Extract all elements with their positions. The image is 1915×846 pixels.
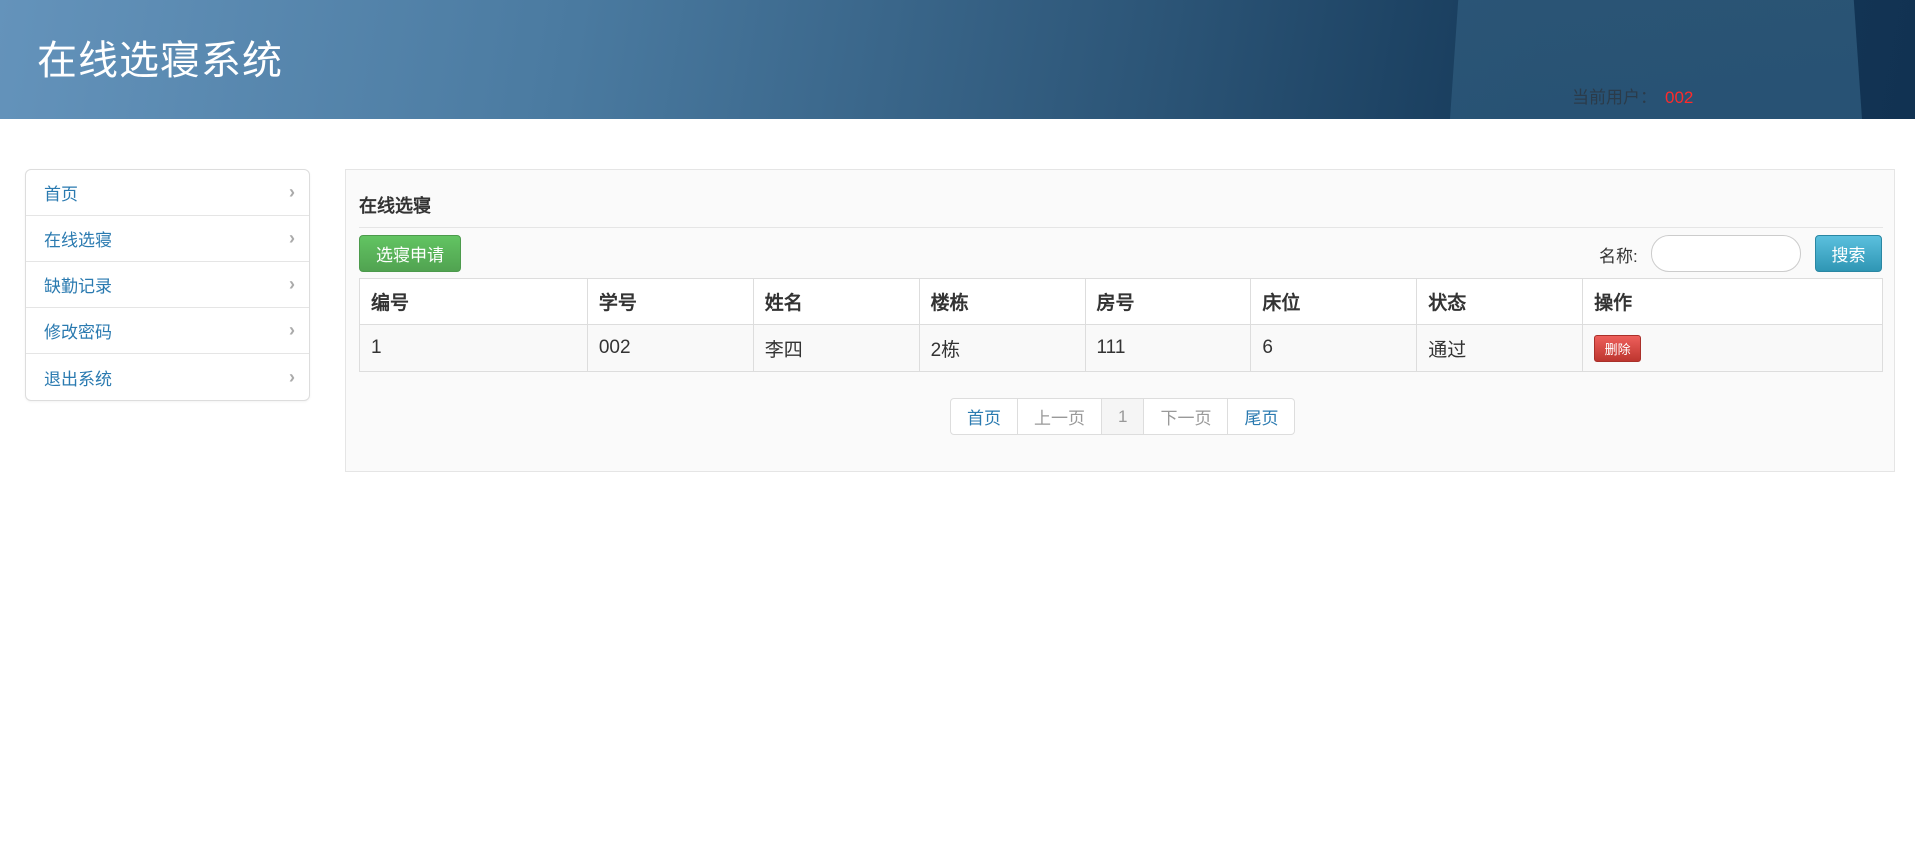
column-header-name: 姓名 [752,278,920,325]
cell-id: 1 [359,324,588,372]
sidebar-item-label: 缺勤记录 [44,277,112,296]
dorm-table: 编号 学号 姓名 楼栋 房号 床位 状态 操作 1 002 李四 2栋 111 … [359,278,1883,372]
sidebar-item-home[interactable]: 首页 › [26,170,309,216]
cell-name: 李四 [752,324,920,372]
cell-bed: 6 [1250,324,1417,372]
current-user: 当前用户： 002 [1572,83,1693,108]
search-button[interactable]: 搜索 [1815,235,1882,272]
sidebar-item-logout[interactable]: 退出系统 › [26,354,309,400]
chevron-right-icon: › [289,228,295,248]
column-header-action: 操作 [1582,278,1883,325]
table-row: 1 002 李四 2栋 111 6 通过 删除 [359,324,1883,372]
chevron-right-icon: › [289,366,295,387]
sidebar-item-label: 退出系统 [44,369,112,389]
pagination-last[interactable]: 尾页 [1227,399,1294,434]
cell-action: 删除 [1582,324,1883,372]
cell-status: 通过 [1416,324,1583,372]
sidebar-item-label: 首页 [44,185,78,204]
column-header-status: 状态 [1416,278,1583,325]
app-title: 在线选寝系统 [37,38,283,84]
sidebar-item-absence-records[interactable]: 缺勤记录 › [26,262,309,308]
column-header-building: 楼栋 [918,278,1085,325]
delete-button[interactable]: 删除 [1594,334,1642,362]
pagination-first[interactable]: 首页 [951,399,1017,434]
cell-building: 2栋 [918,324,1085,372]
sidebar-item-label: 在线选寝 [44,231,112,250]
table-header-row: 编号 学号 姓名 楼栋 房号 床位 状态 操作 [359,278,1883,325]
pagination-prev[interactable]: 上一页 [1017,399,1101,434]
sidebar-item-label: 修改密码 [44,323,112,342]
section-divider [359,227,1883,228]
sidebar-item-select-dorm[interactable]: 在线选寝 › [26,216,309,262]
pagination-current-page[interactable]: 1 [1101,399,1144,434]
column-header-id: 编号 [359,278,588,325]
main-panel: 在线选寝 选寝申请 名称: 搜索 编号 学号 姓名 楼栋 房号 床位 状态 操作… [345,169,1895,472]
current-user-label: 当前用户： [1572,88,1657,107]
pagination: 首页 上一页 1 下一页 尾页 [950,398,1296,435]
app-header: 在线选寝系统 当前用户： 002 [0,0,1915,119]
current-user-id: 002 [1665,88,1694,107]
chevron-right-icon: › [289,320,295,340]
column-header-room: 房号 [1084,278,1251,325]
sidebar-item-change-password[interactable]: 修改密码 › [26,308,309,354]
column-header-bed: 床位 [1250,278,1417,325]
apply-dorm-button[interactable]: 选寝申请 [359,235,461,272]
column-header-student-no: 学号 [586,278,754,325]
search-label: 名称: [1599,247,1638,266]
section-title: 在线选寝 [359,196,431,216]
cell-student-no: 002 [586,324,754,372]
sidebar-nav: 首页 › 在线选寝 › 缺勤记录 › 修改密码 › 退出系统 › [25,169,310,401]
pagination-next[interactable]: 下一页 [1143,399,1227,434]
search-input[interactable] [1651,235,1801,272]
chevron-right-icon: › [289,274,295,294]
cell-room: 111 [1084,324,1251,372]
chevron-right-icon: › [289,182,295,202]
